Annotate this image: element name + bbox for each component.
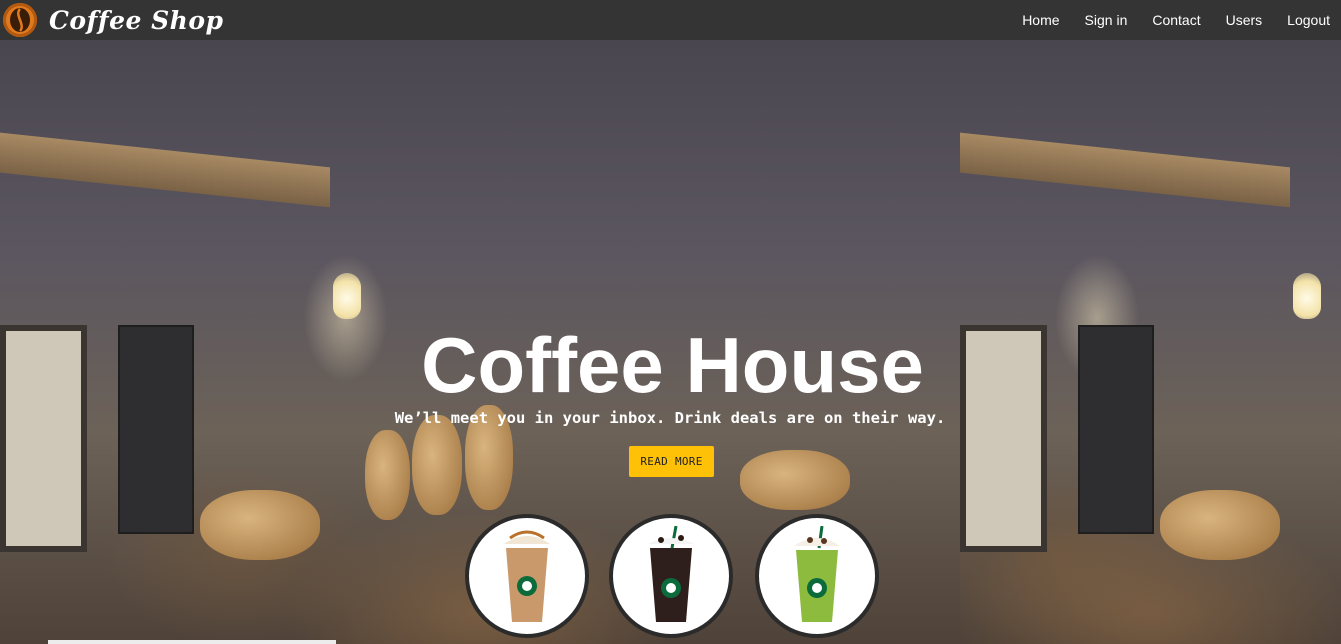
- hero-section: Coffee House We’ll meet you in your inbo…: [0, 40, 1341, 644]
- caramel-frappuccino-icon: [504, 530, 550, 622]
- nav-links: Home Sign in Contact Users Logout: [1022, 0, 1341, 40]
- light-bulb: [333, 273, 361, 319]
- bread-loaf: [740, 450, 850, 510]
- nav-users-link[interactable]: Users: [1226, 12, 1263, 28]
- nav-home-link[interactable]: Home: [1022, 12, 1059, 28]
- nav-logout-link[interactable]: Logout: [1287, 12, 1330, 28]
- shelf: [0, 132, 330, 208]
- matcha-frappuccino-thumbnail[interactable]: [755, 514, 879, 638]
- hero-background-image-repeat: [960, 40, 1341, 644]
- caramel-frappuccino-thumbnail[interactable]: [465, 514, 589, 638]
- brand-name: Coffee Shop: [49, 5, 224, 35]
- brand-link[interactable]: Coffee Shop: [3, 3, 223, 37]
- top-navbar: Coffee Shop Home Sign in Contact Users L…: [0, 0, 1341, 40]
- read-more-button[interactable]: READ MORE: [629, 446, 714, 477]
- coffee-bean-logo-icon: [3, 3, 37, 37]
- nav-signin-link[interactable]: Sign in: [1085, 12, 1128, 28]
- drink-thumbnails: [465, 514, 880, 638]
- framed-newspaper: [960, 325, 1047, 552]
- mocha-frappuccino-thumbnail[interactable]: [609, 514, 733, 638]
- hero-subtitle: We’ll meet you in your inbox. Drink deal…: [394, 409, 946, 427]
- mocha-frappuccino-icon: [648, 526, 694, 622]
- bread-loaf: [200, 490, 320, 560]
- horizontal-scroll-indicator[interactable]: [48, 640, 336, 644]
- nav-contact-link[interactable]: Contact: [1152, 12, 1200, 28]
- shelf: [960, 132, 1290, 208]
- chalkboard-sign: [1078, 325, 1154, 534]
- bread-loaf: [412, 415, 462, 515]
- light-bulb: [1293, 273, 1321, 319]
- chalkboard-sign: [118, 325, 194, 534]
- bread-loaf: [365, 430, 410, 520]
- matcha-frappuccino-icon: [794, 526, 840, 622]
- hero-title: Coffee House: [421, 321, 924, 409]
- bread-loaf: [1160, 490, 1280, 560]
- framed-newspaper: [0, 325, 87, 552]
